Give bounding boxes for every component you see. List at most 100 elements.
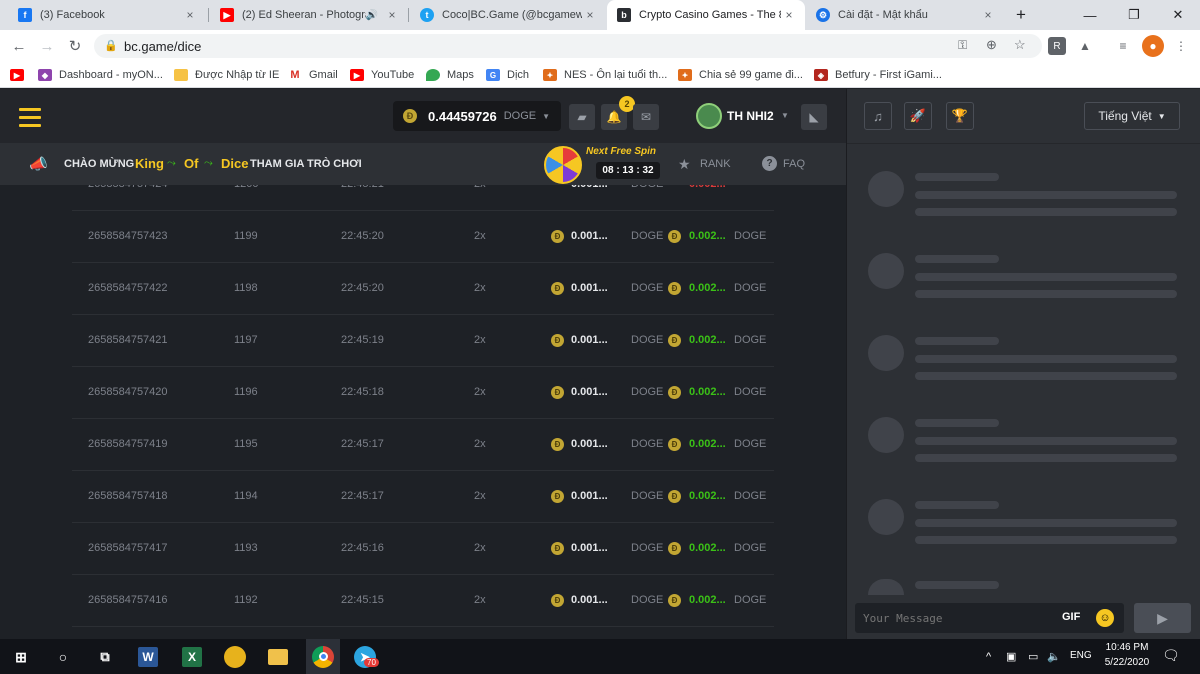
search-circle-icon[interactable]: ○ — [50, 644, 76, 670]
new-tab-button[interactable]: + — [1006, 0, 1036, 30]
send-button[interactable]: ▶ — [1134, 603, 1191, 633]
bet-amount: 0.001... — [571, 542, 608, 554]
address-bar[interactable]: 🔒 bc.game/dice ⚿ ⊕ ☆ — [94, 34, 1042, 58]
task-view-icon[interactable]: ⧉ — [92, 644, 118, 670]
browser-toolbar: ← → ↻ 🔒 bc.game/dice ⚿ ⊕ ☆ R ▲ ≡ ● ⋮ — [0, 30, 1200, 62]
app-icon[interactable] — [224, 646, 246, 668]
bookmark-item[interactable]: ◆ Dashboard - myON... — [38, 67, 163, 83]
forward-arrow-icon[interactable]: → — [37, 36, 57, 56]
extension-icon[interactable]: ▲ — [1076, 37, 1094, 55]
volume-icon[interactable]: 🔈 — [1047, 650, 1061, 663]
bet-id[interactable]: 2658584757418 — [88, 471, 168, 522]
music-icon[interactable]: ♫ — [864, 102, 892, 130]
bet-time: 22:45:17 — [341, 438, 384, 450]
bet-id[interactable]: 2658584757416 — [88, 575, 168, 626]
language-indicator[interactable]: ENG — [1070, 650, 1092, 661]
bookmark-youtube-icon[interactable]: ▶ — [10, 67, 31, 83]
tab-close-icon[interactable]: × — [384, 8, 400, 22]
trophy-icon[interactable]: 🏆 — [946, 102, 974, 130]
gif-button[interactable]: GIF — [1062, 611, 1080, 623]
maximize-button[interactable]: ❐ — [1112, 0, 1156, 30]
chevron-up-icon[interactable]: ^ — [986, 651, 991, 663]
tab-bcgame[interactable]: b Crypto Casino Games - The 8 × — [607, 0, 805, 30]
wallet-icon[interactable]: ▰ — [569, 104, 595, 130]
tab-settings[interactable]: ⚙ Cài đặt - Mật khẩu × — [806, 0, 1004, 30]
tab-close-icon[interactable]: × — [182, 8, 198, 22]
windows-start-icon[interactable]: ⊞ — [8, 644, 34, 670]
tab-twitter[interactable]: t Coco|BC.Game (@bcgamewin) × — [410, 0, 606, 30]
bookmark-item[interactable]: ◈ Betfury - First iGami... — [814, 67, 942, 83]
table-row[interactable]: 2658584757423 1199 22:45:20 2x 0.001... DOGE 0… — [72, 211, 774, 263]
table-row[interactable]: 2658584757417 1193 22:45:16 2x 0.001... DOGE 0… — [72, 523, 774, 575]
table-row[interactable]: 2658584757419 1195 22:45:17 2x 0.001... DOGE 0… — [72, 419, 774, 471]
chat-text-field[interactable] — [863, 610, 1053, 626]
tab-facebook[interactable]: f (3) Facebook × — [8, 0, 206, 30]
word-icon[interactable]: W — [138, 647, 158, 667]
bet-id[interactable]: 2658584757424 — [88, 185, 168, 210]
tab-youtube[interactable]: ▶ (2) Ed Sheeran - Photograp 🔊 × — [210, 0, 408, 30]
mail-icon[interactable]: ✉ — [633, 104, 659, 130]
avatar[interactable] — [696, 103, 722, 129]
bet-payout: 2x — [474, 282, 486, 294]
help-icon[interactable]: ? — [762, 156, 777, 171]
battery-icon[interactable]: ▭ — [1028, 650, 1038, 663]
bookmark-star-icon[interactable]: ☆ — [1014, 37, 1026, 53]
chevron-down-icon[interactable]: ▼ — [781, 111, 789, 120]
menu-icon[interactable]: ⋮ — [1172, 37, 1190, 55]
star-icon[interactable]: ★ — [678, 156, 691, 173]
bet-id[interactable]: 2658584757421 — [88, 315, 168, 366]
add-icon[interactable]: ⊕ — [986, 37, 997, 53]
network-icon[interactable]: ▣ — [1006, 650, 1016, 663]
bet-profit: 0.002... — [689, 282, 726, 294]
clock-date[interactable]: 5/22/2020 — [1101, 657, 1153, 668]
clock-time[interactable]: 10:46 PM — [1101, 642, 1153, 653]
audio-playing-icon[interactable]: 🔊 — [366, 10, 378, 21]
table-row[interactable]: 2658584757418 1194 22:45:17 2x 0.001... DOGE 0… — [72, 471, 774, 523]
bet-profit-currency: DOGE — [734, 230, 767, 242]
tab-close-icon[interactable]: × — [582, 8, 598, 22]
back-arrow-icon[interactable]: ← — [9, 36, 29, 56]
chat-toggle-icon[interactable]: ◣ — [801, 104, 827, 130]
table-row[interactable]: 2658584757421 1197 22:45:19 2x 0.001... DOGE 0… — [72, 315, 774, 367]
minimize-button[interactable]: — — [1068, 0, 1112, 30]
bet-id[interactable]: 2658584757422 — [88, 263, 168, 314]
bookmark-item[interactable]: Maps — [426, 67, 474, 83]
tab-close-icon[interactable]: × — [781, 8, 797, 22]
avatar[interactable]: ● — [1142, 35, 1164, 57]
file-explorer-icon[interactable] — [268, 649, 288, 665]
notifications-icon[interactable]: 🗨 — [1162, 647, 1180, 664]
key-icon[interactable]: ⚿ — [958, 38, 967, 53]
window-close-button[interactable]: ✕ — [1156, 0, 1200, 30]
spin-wheel-icon[interactable] — [544, 146, 582, 184]
bookmark-item[interactable]: ▶ YouTube — [350, 67, 414, 83]
emoji-icon[interactable]: ☺ — [1096, 609, 1114, 627]
lock-icon: 🔒 — [104, 40, 118, 52]
table-row[interactable]: 2658584757420 1196 22:45:18 2x 0.001... DOGE 0… — [72, 367, 774, 419]
bet-id[interactable]: 2658584757423 — [88, 211, 168, 262]
bet-id[interactable]: 2658584757417 — [88, 523, 168, 574]
balance-selector[interactable]: Ð 0.44459726 DOGE ▼ — [393, 101, 561, 131]
bookmark-item[interactable]: M Gmail — [288, 67, 338, 83]
reload-icon[interactable]: ↻ — [65, 36, 85, 56]
bookmark-item[interactable]: G Dịch — [486, 67, 529, 83]
media-control-icon[interactable]: ≡ — [1114, 37, 1132, 55]
bet-id[interactable]: 2658584757419 — [88, 419, 168, 470]
bookmark-item[interactable]: Được Nhập từ IE — [174, 67, 279, 83]
doge-coin-icon: Ð — [668, 282, 681, 295]
username[interactable]: TH NHI2 — [727, 109, 774, 123]
tab-close-icon[interactable]: × — [980, 8, 996, 22]
chat-message-input[interactable]: GIF ☺ — [855, 603, 1124, 633]
extension-icon[interactable]: R — [1048, 37, 1066, 55]
rank-link[interactable]: RANK — [700, 158, 731, 170]
table-row[interactable]: 2658584757422 1198 22:45:20 2x 0.001... DOGE 0… — [72, 263, 774, 315]
bookmark-item[interactable]: ✦ Chia sẻ 99 game đi... — [678, 67, 803, 83]
bookmark-item[interactable]: ✦ NES - Ôn lại tuổi th... — [543, 67, 667, 83]
faq-link[interactable]: FAQ — [783, 158, 805, 170]
table-row[interactable]: 2658584757416 1192 22:45:15 2x 0.001... DOGE 0… — [72, 575, 774, 627]
bet-id[interactable]: 2658584757420 — [88, 367, 168, 418]
hamburger-menu-icon[interactable] — [19, 108, 41, 132]
rocket-icon[interactable]: 🚀 — [904, 102, 932, 130]
chrome-taskbar-button[interactable] — [306, 639, 340, 674]
language-selector[interactable]: Tiếng Việt ▼ — [1084, 102, 1180, 130]
excel-icon[interactable]: X — [182, 647, 202, 667]
